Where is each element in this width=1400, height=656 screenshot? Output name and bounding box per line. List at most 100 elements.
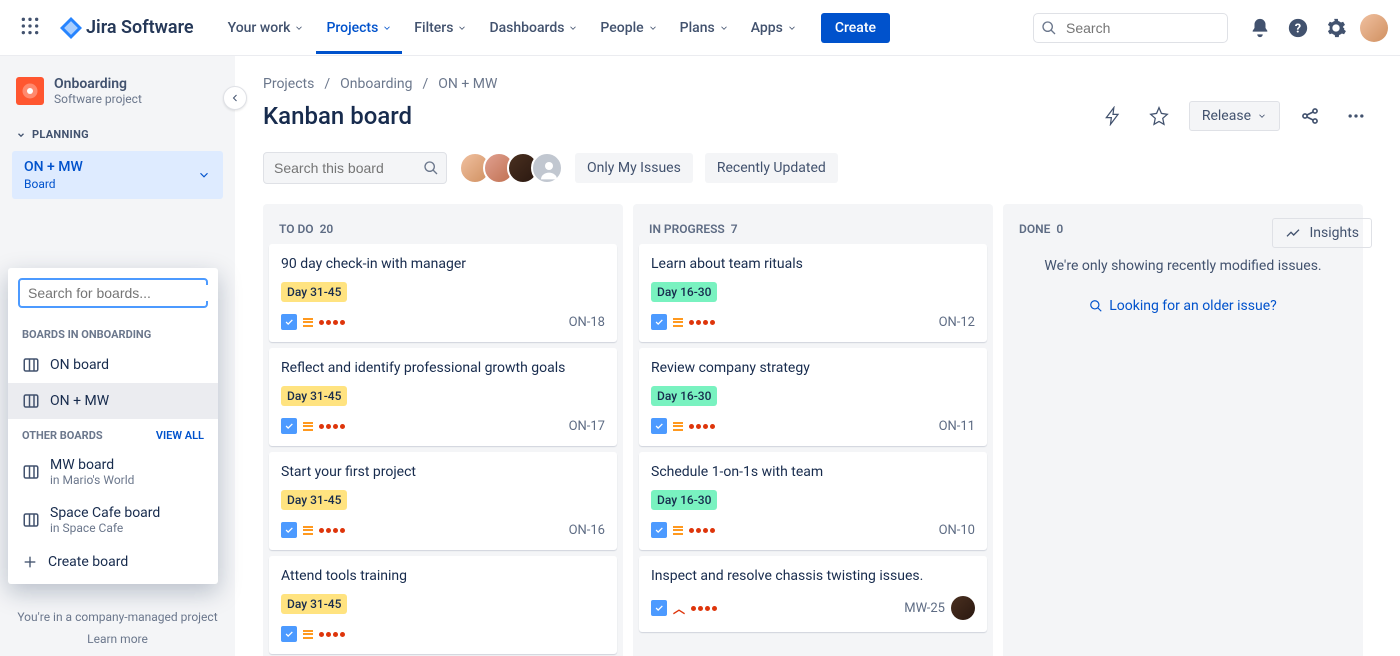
user-avatar[interactable]	[1360, 14, 1388, 42]
nav-item-apps[interactable]: Apps	[741, 12, 807, 44]
task-type-icon	[651, 600, 667, 616]
popup-section-boards-in-project: BOARDS IN ONBOARDING	[8, 318, 218, 347]
priority-medium-icon	[303, 630, 313, 639]
star-icon[interactable]	[1143, 100, 1175, 132]
board-option[interactable]: Space Cafe boardin Space Cafe	[8, 496, 218, 544]
card-title: Reflect and identify professional growth…	[281, 360, 605, 376]
planning-section-header[interactable]: PLANNING	[8, 122, 227, 147]
card-label: Day 16-30	[651, 490, 717, 510]
issue-card[interactable]: Inspect and resolve chassis twisting iss…	[639, 556, 987, 632]
project-icon	[16, 77, 44, 105]
release-button[interactable]: Release	[1189, 101, 1280, 131]
automation-icon[interactable]	[1097, 100, 1129, 132]
kanban-column: DONE 0We're only showing recently modifi…	[1003, 204, 1363, 656]
board-option[interactable]: ON board	[8, 347, 218, 383]
popup-section-other-boards: OTHER BOARDS	[22, 429, 103, 442]
global-search-input[interactable]	[1033, 13, 1228, 43]
issue-key: MW-25	[904, 601, 945, 616]
plus-icon	[22, 554, 38, 570]
app-switcher-icon[interactable]	[12, 8, 48, 48]
board-option[interactable]: MW boardin Mario's World	[8, 448, 218, 496]
issue-card[interactable]: Start your first project Day 31-45 ON-16	[269, 452, 617, 550]
chart-icon	[1285, 225, 1301, 241]
task-type-icon	[281, 314, 297, 330]
project-type: Software project	[54, 92, 142, 106]
card-title: Schedule 1-on-1s with team	[651, 464, 975, 480]
priority-medium-icon	[303, 318, 313, 327]
done-empty-message: We're only showing recently modified iss…	[1009, 244, 1357, 288]
board-search-field[interactable]	[18, 278, 208, 308]
recently-updated-button[interactable]: Recently Updated	[705, 153, 838, 183]
help-icon[interactable]: ?	[1284, 14, 1312, 42]
board-filter-input[interactable]	[263, 152, 447, 184]
issue-card[interactable]: 90 day check-in with manager Day 31-45 O…	[269, 244, 617, 342]
column-count: 7	[731, 222, 738, 236]
project-name: Onboarding	[54, 76, 142, 92]
assignee-avatar	[951, 596, 975, 620]
board-icon	[22, 356, 40, 374]
nav-item-dashboards[interactable]: Dashboards	[479, 12, 588, 44]
create-button[interactable]: Create	[821, 13, 890, 43]
commits-indicator	[319, 528, 345, 533]
issue-card[interactable]: Reflect and identify professional growth…	[269, 348, 617, 446]
nav-item-plans[interactable]: Plans	[670, 12, 739, 44]
only-my-issues-button[interactable]: Only My Issues	[575, 153, 693, 183]
commits-indicator	[689, 320, 715, 325]
card-title: Review company strategy	[651, 360, 975, 376]
card-label: Day 31-45	[281, 490, 347, 510]
card-title: Attend tools training	[281, 568, 605, 584]
card-label: Day 31-45	[281, 594, 347, 614]
settings-icon[interactable]	[1322, 14, 1350, 42]
nav-items: Your workProjectsFiltersDashboardsPeople…	[218, 12, 807, 44]
search-icon	[1041, 20, 1057, 40]
nav-item-your-work[interactable]: Your work	[218, 12, 315, 44]
more-icon[interactable]	[1340, 100, 1372, 132]
search-icon	[423, 160, 439, 180]
nav-item-people[interactable]: People	[590, 12, 667, 44]
commits-indicator	[319, 320, 345, 325]
board-option[interactable]: ON + MW	[8, 383, 218, 419]
priority-medium-icon	[673, 422, 683, 431]
breadcrumb-item[interactable]: Projects	[263, 76, 314, 92]
add-people-avatar[interactable]	[531, 152, 563, 184]
issue-card[interactable]: Learn about team rituals Day 16-30 ON-12	[639, 244, 987, 342]
chevron-down-icon	[294, 23, 304, 33]
learn-more-link[interactable]: Learn more	[0, 632, 235, 646]
column-name: IN PROGRESS	[649, 222, 725, 236]
global-search[interactable]	[1033, 13, 1228, 43]
older-issue-link[interactable]: Looking for an older issue?	[1009, 298, 1357, 314]
notifications-icon[interactable]	[1246, 14, 1274, 42]
chevron-down-icon	[16, 130, 26, 140]
page-title: Kanban board	[263, 102, 412, 130]
chevron-down-icon	[197, 168, 211, 182]
create-board-button[interactable]: Create board	[8, 544, 218, 580]
share-icon[interactable]	[1294, 100, 1326, 132]
commits-indicator	[689, 528, 715, 533]
chevron-down-icon	[457, 23, 467, 33]
board-search-input[interactable]	[28, 285, 209, 301]
breadcrumb-item[interactable]: ON + MW	[438, 76, 497, 92]
issue-key: ON-10	[939, 523, 975, 538]
commits-indicator	[319, 632, 345, 637]
nav-item-projects[interactable]: Projects	[316, 12, 402, 44]
issue-card[interactable]: Schedule 1-on-1s with team Day 16-30 ON-…	[639, 452, 987, 550]
board-icon	[22, 511, 40, 529]
board-selector[interactable]: ON + MW Board	[12, 151, 223, 199]
jira-logo[interactable]: Jira Software	[52, 17, 202, 39]
issue-card[interactable]: Review company strategy Day 16-30 ON-11	[639, 348, 987, 446]
card-label: Day 31-45	[281, 282, 347, 302]
top-navigation: Jira Software Your workProjectsFiltersDa…	[0, 0, 1400, 56]
card-title: Inspect and resolve chassis twisting iss…	[651, 568, 975, 584]
insights-button[interactable]: Insights	[1272, 218, 1372, 248]
issue-card[interactable]: Attend tools training Day 31-45	[269, 556, 617, 654]
issue-key: ON-18	[569, 315, 605, 330]
nav-item-filters[interactable]: Filters	[404, 12, 477, 44]
assignee-filter-avatars[interactable]	[459, 152, 563, 184]
board-icon	[22, 392, 40, 410]
breadcrumb-item[interactable]: Onboarding	[340, 76, 412, 92]
column-count: 0	[1056, 222, 1063, 236]
board-filter-search[interactable]	[263, 152, 447, 184]
view-all-link[interactable]: VIEW ALL	[156, 429, 204, 442]
column-count: 20	[320, 222, 334, 236]
commits-indicator	[319, 424, 345, 429]
